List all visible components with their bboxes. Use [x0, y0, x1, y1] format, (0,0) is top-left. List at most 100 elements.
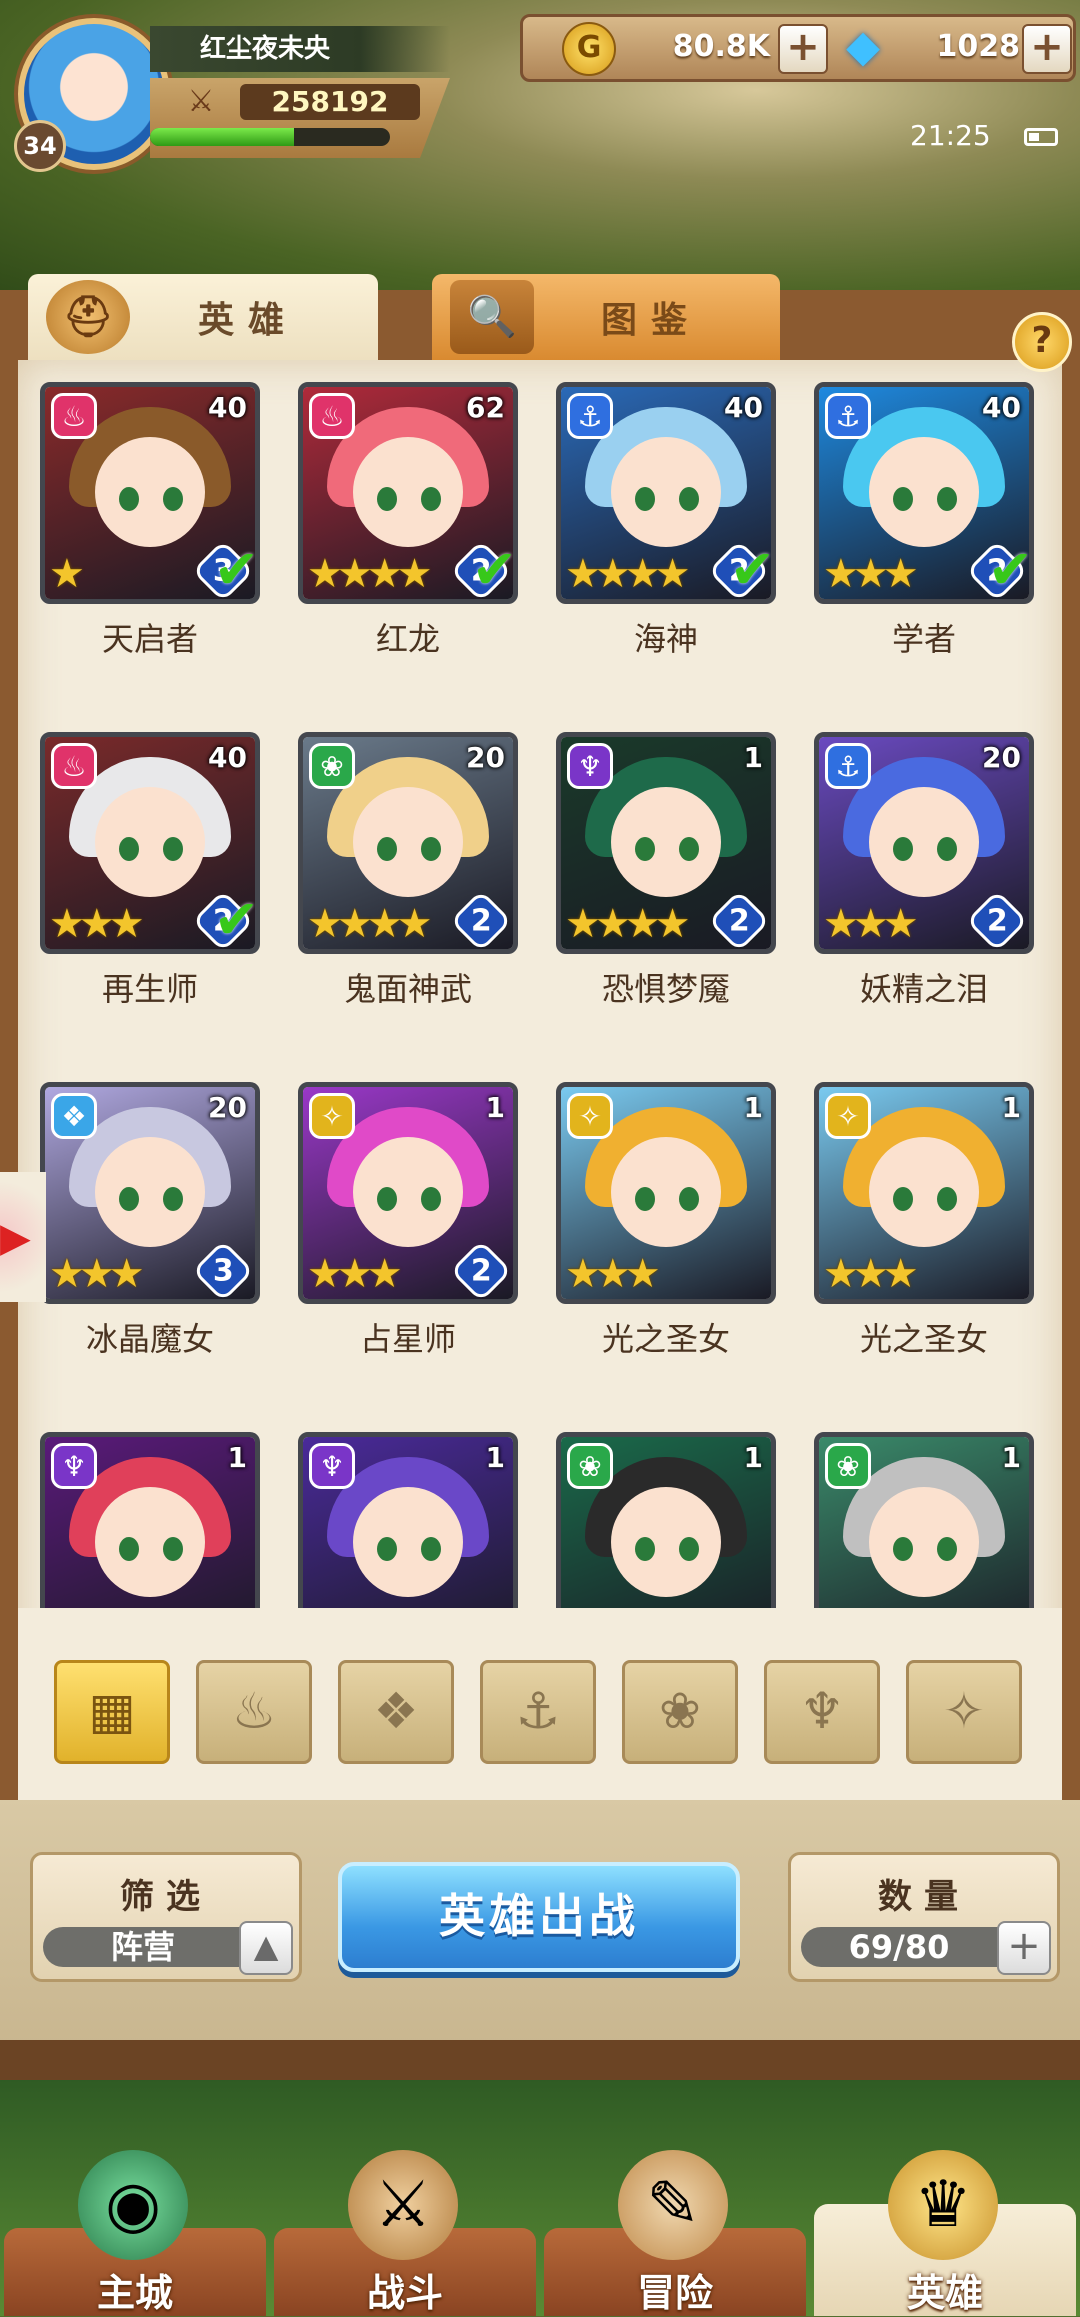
hero-card[interactable]: ♆ 1 ★★★★ 2 — [556, 732, 776, 954]
hero-card[interactable]: ♆ 1 — [40, 1432, 260, 1608]
hero-card[interactable]: ❖ 20 ★★★ 3 — [40, 1082, 260, 1304]
hero-card[interactable]: ❀ 20 ★★★★ 2 — [298, 732, 518, 954]
hero-name: 冰晶魔女 — [85, 1320, 214, 1358]
hero-helmet-icon[interactable]: ♛ — [888, 2150, 998, 2260]
hero-eye — [893, 487, 913, 511]
nav-label: 冒险 — [636, 2271, 713, 2315]
hero-eye — [937, 1187, 957, 1211]
hero-eye — [635, 837, 655, 861]
hero-eye — [421, 487, 441, 511]
hero-level: 40 — [208, 391, 247, 424]
chevron-up-icon[interactable]: ▲ — [239, 1921, 293, 1975]
beast-faction-icon: ❀ — [659, 1682, 701, 1740]
crossed-swords-icon[interactable]: ⚔ — [348, 2150, 458, 2260]
checkmark-icon: ✔ — [729, 538, 775, 601]
grid-icon: ▦ — [88, 1682, 136, 1740]
faction-filter-row: ▦ ♨ ❖ ⚓ ❀ ♆ ✧ — [18, 1608, 1062, 1808]
hero-name: 光之圣女 — [859, 1320, 988, 1358]
helmet-icon: ⛑ — [46, 280, 130, 354]
side-flag-icon[interactable]: ▶ — [0, 1218, 40, 1258]
hero-face — [353, 1487, 463, 1597]
ice-faction-icon: ❖ — [373, 1682, 419, 1740]
hero-eye — [635, 487, 655, 511]
hero-card[interactable]: ♨ 40 ★ 3 ✔ — [40, 382, 260, 604]
checkmark-icon: ✔ — [213, 538, 259, 601]
hero-card[interactable]: ♨ 62 ★★★★ 2 ✔ — [298, 382, 518, 604]
battery-level — [1029, 133, 1039, 141]
add-gems-button[interactable]: + — [1022, 24, 1072, 74]
filter-button-anchor[interactable]: ⚓ — [480, 1660, 596, 1764]
hero-eye — [937, 837, 957, 861]
dark-faction-icon: ♆ — [799, 1682, 845, 1740]
hero-card[interactable]: ♨ 40 ★★★ 2 ✔ — [40, 732, 260, 954]
hero-eye — [163, 1187, 183, 1211]
hero-face — [869, 787, 979, 897]
hero-name: 海神 — [633, 620, 698, 658]
nature-faction-icon: ❀ — [567, 1443, 613, 1489]
tab-heroes[interactable]: ⛑ 英雄 — [28, 274, 378, 360]
expand-capacity-button[interactable]: + — [997, 1921, 1051, 1975]
count-title: 数量 — [878, 1877, 970, 1917]
filter-button-beast-faction[interactable]: ❀ — [622, 1660, 738, 1764]
hero-name: 占星师 — [359, 1320, 456, 1358]
dark-faction-icon: ♆ — [309, 1443, 355, 1489]
hero-eye — [893, 1187, 913, 1211]
hero-eye — [635, 1537, 655, 1561]
help-button[interactable]: ? — [1012, 312, 1072, 372]
hero-face — [611, 1487, 721, 1597]
nature-faction-icon: ❀ — [309, 743, 355, 789]
light-faction-icon: ✧ — [825, 1093, 871, 1139]
castle-icon[interactable]: ◉ — [78, 2150, 188, 2260]
hero-face — [611, 787, 721, 897]
filter-button-ice-faction[interactable]: ❖ — [338, 1660, 454, 1764]
hero-card[interactable]: ⚓ 40 ★★★ 2 ✔ — [814, 382, 1034, 604]
hero-card[interactable]: ❀ 1 — [556, 1432, 776, 1608]
deploy-heroes-button[interactable]: 英雄出战 — [338, 1862, 740, 1972]
water-faction-icon: ⚓ — [825, 743, 871, 789]
filter-button-grid[interactable]: ▦ — [54, 1660, 170, 1764]
exp-bar-fill — [150, 128, 294, 146]
add-gold-button[interactable]: + — [778, 24, 828, 74]
filter-title: 筛选 — [120, 1877, 212, 1917]
hero-name: 再生师 — [101, 970, 198, 1008]
filter-button-fire-faction[interactable]: ♨ — [196, 1660, 312, 1764]
hero-card[interactable]: ✧ 1 ★★★ — [556, 1082, 776, 1304]
tab-codex[interactable]: 🔍 图鉴 — [432, 274, 780, 360]
nav-label: 英雄 — [906, 2271, 983, 2315]
player-name: 红尘夜未央 — [150, 26, 450, 72]
filter-button-dark-faction[interactable]: ♆ — [764, 1660, 880, 1764]
hero-eye — [377, 1187, 397, 1211]
hero-level: 40 — [982, 391, 1021, 424]
tab-codex-label: 图鉴 — [600, 300, 701, 341]
hero-card[interactable]: ♆ 1 — [298, 1432, 518, 1608]
hero-eye — [377, 1537, 397, 1561]
hero-card[interactable]: ⚓ 20 ★★★ 2 — [814, 732, 1034, 954]
hero-level: 1 — [743, 741, 763, 774]
water-faction-icon: ⚓ — [567, 393, 613, 439]
hero-eye — [679, 1537, 699, 1561]
hero-eye — [163, 837, 183, 861]
hero-grade: 2 — [470, 1253, 492, 1288]
hero-name: 光之圣女 — [601, 1320, 730, 1358]
hero-level: 62 — [466, 391, 505, 424]
hero-eye — [635, 1187, 655, 1211]
hero-card[interactable]: ❀ 1 — [814, 1432, 1034, 1608]
nature-faction-icon: ❀ — [825, 1443, 871, 1489]
checkmark-icon: ✔ — [213, 888, 259, 951]
nav-label: 战斗 — [366, 2271, 443, 2315]
star-rating: ★★★ — [565, 1251, 661, 1297]
hero-card[interactable]: ⚓ 40 ★★★★ 2 ✔ — [556, 382, 776, 604]
water-faction-icon: ⚓ — [825, 393, 871, 439]
hero-card[interactable]: ✧ 1 ★★★ 2 — [298, 1082, 518, 1304]
hero-card[interactable]: ✧ 1 ★★★ — [814, 1082, 1034, 1304]
player-level-badge: 34 — [14, 120, 66, 172]
hero-level: 20 — [466, 741, 505, 774]
hero-level: 1 — [1001, 1091, 1021, 1124]
star-rating: ★★★ — [823, 1251, 919, 1297]
dark-faction-icon: ♆ — [567, 743, 613, 789]
gold-amount: 80.8K — [672, 29, 770, 64]
scroll-map-icon[interactable]: ✎ — [618, 2150, 728, 2260]
star-rating: ★★★ — [307, 1251, 403, 1297]
hero-face — [95, 787, 205, 897]
filter-button-light-faction[interactable]: ✧ — [906, 1660, 1022, 1764]
